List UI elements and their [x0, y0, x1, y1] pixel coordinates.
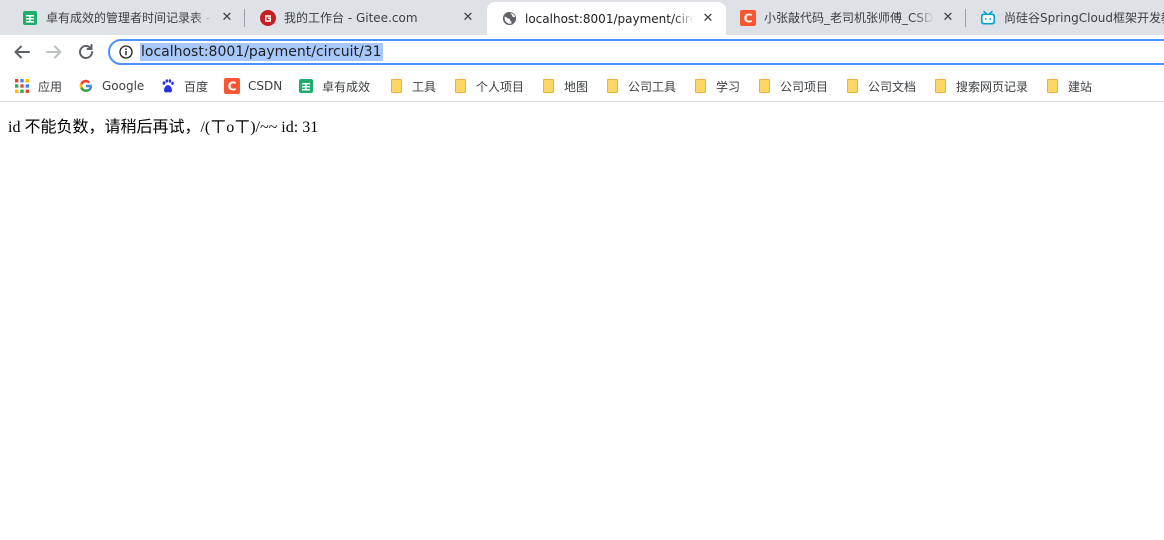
- back-arrow-icon: [14, 45, 30, 59]
- apps-grid-icon: [14, 78, 30, 94]
- tab-csdn-blog[interactable]: C 小张敲代码_老司机张师傅_CSDN博客 ✕: [726, 0, 966, 35]
- bookmark-folder-search-history[interactable]: 搜索网页记录: [932, 76, 1028, 96]
- tab-separator: [244, 9, 245, 27]
- csdn-icon: C: [740, 9, 756, 26]
- folder-icon: [692, 78, 708, 94]
- bookmark-folder-site-building[interactable]: 建站: [1044, 76, 1092, 96]
- bookmark-folder-company-tools[interactable]: 公司工具: [604, 76, 676, 96]
- bookmarks-bar: 应用 Google 百度 C CSDN 卓有成效 工具 个人项目 地图 公司工具…: [0, 70, 1164, 102]
- bookmark-label: 公司项目: [780, 79, 829, 94]
- folder-icon: [604, 78, 620, 94]
- bookmark-label: 公司工具: [628, 79, 677, 94]
- folder-icon: [452, 78, 468, 94]
- back-button[interactable]: [8, 38, 36, 66]
- folder-icon: [844, 78, 860, 94]
- forward-arrow-icon: [46, 45, 62, 59]
- close-icon[interactable]: ✕: [940, 10, 956, 26]
- bookmark-label: 百度: [184, 79, 209, 94]
- tab-time-record[interactable]: 卓有成效的管理者时间记录表 - 金 ✕: [8, 0, 245, 35]
- bookmark-folder-company-docs[interactable]: 公司文档: [844, 76, 916, 96]
- tab-strip: 卓有成效的管理者时间记录表 - 金 ✕ 我的工作台 - Gitee.com ✕ …: [0, 0, 1164, 35]
- bookmark-baidu[interactable]: 百度: [160, 76, 208, 96]
- folder-icon: [540, 78, 556, 94]
- bookmark-label: Google: [102, 79, 145, 93]
- reload-icon: [79, 44, 93, 59]
- bookmark-folder-tools[interactable]: 工具: [388, 76, 436, 96]
- close-icon[interactable]: ✕: [219, 10, 235, 26]
- bookmark-label: 地图: [564, 79, 589, 94]
- bookmark-label: 应用: [38, 79, 63, 94]
- forward-button[interactable]: [40, 38, 68, 66]
- bookmark-label: 公司文档: [868, 79, 917, 94]
- bookmark-csdn[interactable]: C CSDN: [224, 76, 282, 96]
- tab-title: 尚硅谷SpringCloud框架开发教程: [1004, 11, 1164, 25]
- folder-icon: [932, 78, 948, 94]
- bookmark-label: 搜索网页记录: [956, 79, 1029, 94]
- svg-text:C: C: [744, 11, 753, 25]
- close-icon[interactable]: ✕: [700, 11, 716, 27]
- bookmark-label: CSDN: [248, 79, 283, 93]
- page-content: id 不能负数，请稍后再试，/(ㄒoㄒ)/~~ id: 31: [0, 103, 1164, 540]
- tab-title: 小张敲代码_老司机张师傅_CSDN博客: [764, 11, 934, 25]
- bookmark-label: 学习: [716, 79, 741, 94]
- tab-localhost-active[interactable]: localhost:8001/payment/circuit/31 ✕: [487, 2, 726, 35]
- bookmark-zhuoyou[interactable]: 卓有成效: [298, 76, 370, 96]
- tab-title: 卓有成效的管理者时间记录表 - 金: [46, 11, 213, 25]
- bookmark-apps[interactable]: 应用: [14, 76, 62, 96]
- folder-icon: [388, 78, 404, 94]
- sheet-icon: [22, 10, 38, 26]
- csdn-icon: C: [224, 78, 240, 94]
- tab-springcloud[interactable]: 尚硅谷SpringCloud框架开发教程: [966, 0, 1164, 35]
- bookmark-google[interactable]: Google: [78, 76, 144, 96]
- browser-toolbar: localhost:8001/payment/circuit/31: [0, 35, 1164, 70]
- reload-button[interactable]: [72, 38, 100, 66]
- address-bar[interactable]: localhost:8001/payment/circuit/31: [108, 39, 1164, 65]
- svg-text:C: C: [228, 80, 237, 94]
- tab-title: 我的工作台 - Gitee.com: [284, 11, 418, 25]
- tab-gitee[interactable]: 我的工作台 - Gitee.com ✕: [246, 0, 486, 35]
- bookmark-folder-personal-projects[interactable]: 个人项目: [452, 76, 524, 96]
- google-icon: [78, 78, 94, 94]
- bookmark-label: 个人项目: [476, 79, 525, 94]
- close-icon[interactable]: ✕: [460, 10, 476, 26]
- folder-icon: [756, 78, 772, 94]
- bookmark-folder-maps[interactable]: 地图: [540, 76, 588, 96]
- bookmark-folder-study[interactable]: 学习: [692, 76, 740, 96]
- gitee-icon: [260, 9, 276, 26]
- url-text[interactable]: localhost:8001/payment/circuit/31: [140, 43, 383, 61]
- bookmark-label: 卓有成效: [322, 79, 371, 94]
- bookmark-label: 建站: [1068, 79, 1093, 94]
- fallback-message: id 不能负数，请稍后再试，/(ㄒoㄒ)/~~ id: 31: [8, 119, 319, 136]
- bookmark-folder-company-projects[interactable]: 公司项目: [756, 76, 828, 96]
- baidu-icon: [160, 78, 176, 94]
- sheet-icon: [298, 78, 314, 94]
- bilibili-icon: [980, 10, 996, 26]
- info-icon[interactable]: [118, 44, 134, 60]
- folder-icon: [1044, 78, 1060, 94]
- tab-title: localhost:8001/payment/circuit/31: [525, 11, 694, 26]
- bookmark-label: 工具: [412, 79, 437, 94]
- globe-icon: [501, 11, 517, 27]
